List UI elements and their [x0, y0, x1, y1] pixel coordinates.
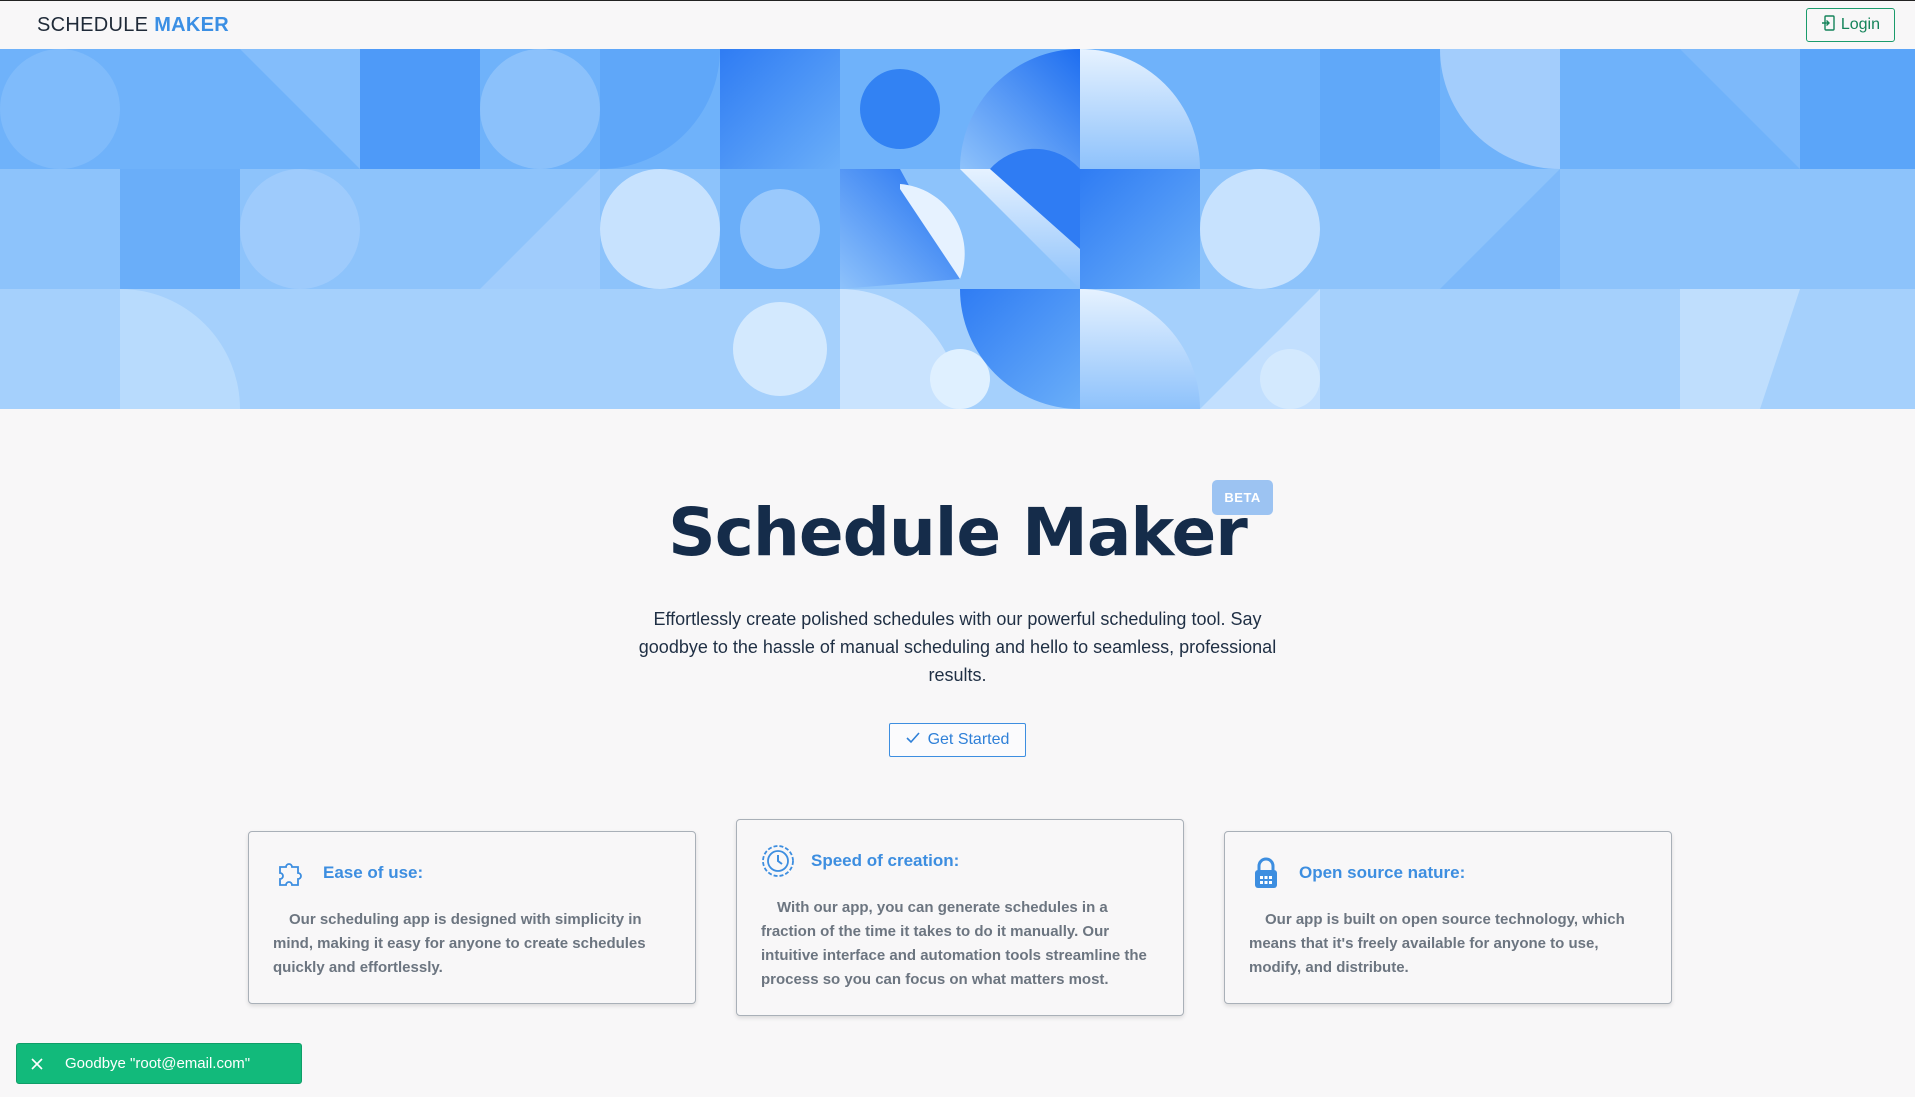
login-label: Login	[1840, 16, 1880, 33]
close-icon[interactable]	[17, 1043, 57, 1084]
brand-text-accent: MAKER	[154, 13, 230, 36]
feature-card-open-source: Open source nature: Our app is built on …	[1224, 831, 1672, 1004]
feature-body: Our scheduling app is designed with simp…	[273, 911, 646, 976]
hero-section: Schedule Maker BETA Effortlessly create …	[0, 409, 1915, 757]
login-icon	[1821, 14, 1835, 36]
hero-banner-image	[0, 49, 1915, 409]
puzzle-icon	[273, 856, 307, 890]
feature-title: Ease of use:	[323, 863, 424, 882]
clock-gear-icon	[761, 844, 795, 878]
get-started-label: Get Started	[927, 731, 1010, 748]
feature-body: Our app is built on open source technolo…	[1249, 911, 1625, 976]
feature-title: Open source nature:	[1299, 863, 1466, 882]
hero-subtitle: Effortlessly create polished schedules w…	[638, 609, 1277, 685]
navbar: SCHEDULE MAKER Login	[0, 1, 1915, 49]
feature-body: With our app, you can generate schedules…	[761, 899, 1147, 988]
toast-message: Goodbye "root@email.com"	[65, 1055, 251, 1072]
checkmark-icon	[906, 731, 920, 749]
title-wrap: Schedule Maker BETA	[668, 480, 1273, 571]
login-button[interactable]: Login	[1805, 8, 1895, 42]
brand-logo[interactable]: SCHEDULE MAKER	[37, 14, 229, 37]
brand-text-plain: SCHEDULE	[37, 13, 149, 36]
lock-icon	[1249, 856, 1283, 890]
toast-notification: Goodbye "root@email.com"	[16, 1043, 302, 1084]
page-title: Schedule Maker	[668, 494, 1248, 571]
feature-title: Speed of creation:	[811, 851, 960, 870]
feature-card-ease: Ease of use: Our scheduling app is desig…	[248, 831, 696, 1004]
feature-card-speed: Speed of creation: With our app, you can…	[736, 819, 1184, 1016]
beta-badge: BETA	[1212, 480, 1273, 515]
get-started-button[interactable]: Get Started	[888, 723, 1027, 757]
